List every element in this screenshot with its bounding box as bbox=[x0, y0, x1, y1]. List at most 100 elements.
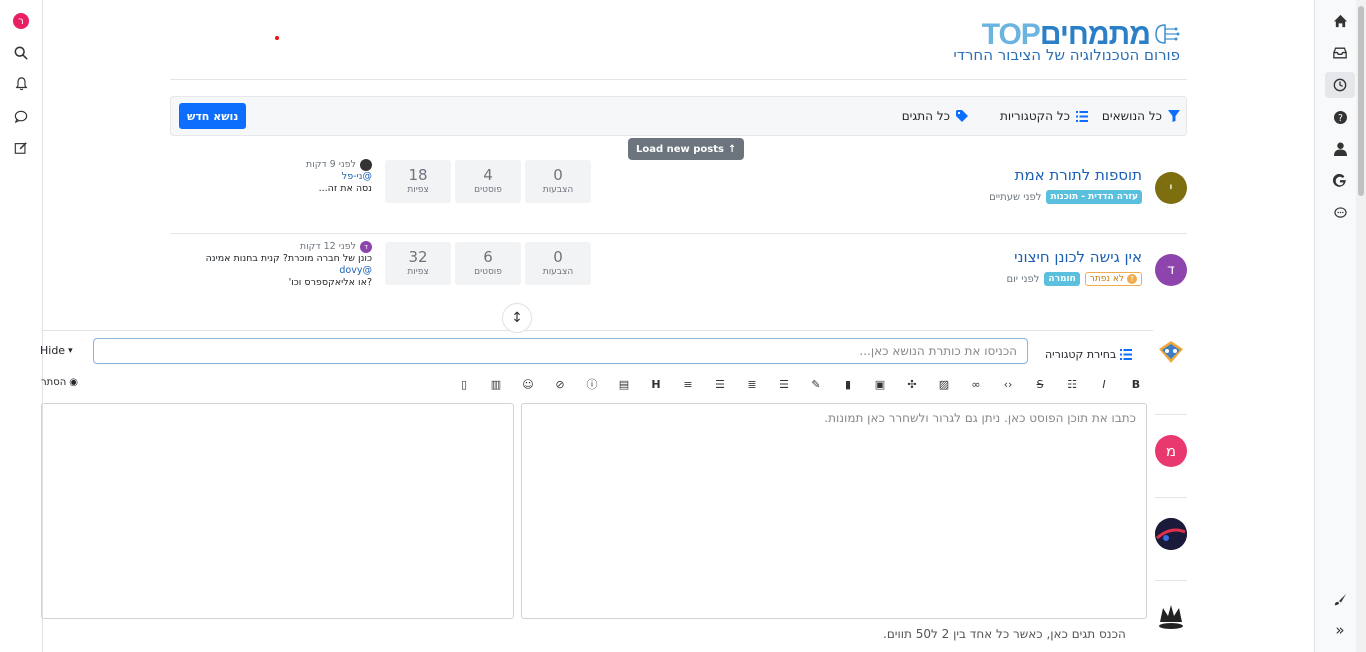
views-stat: 32 צפיות bbox=[385, 242, 451, 285]
teaser-time: לפני 9 דקות bbox=[305, 159, 356, 170]
topic-teaser[interactable]: לפני 9 דקות @ני-פל נסה את זה... bbox=[170, 159, 372, 195]
list-icon[interactable]: ☷ bbox=[1063, 378, 1081, 391]
align-justify-icon[interactable]: ≡ bbox=[679, 378, 697, 391]
red-dot bbox=[275, 36, 279, 40]
posts-stat: 4 פוסטים bbox=[455, 160, 521, 203]
post-preview-pane bbox=[41, 403, 514, 619]
clock-icon bbox=[1333, 78, 1347, 92]
preview-toggle-button[interactable]: הסתר ◉ bbox=[41, 377, 78, 388]
preview-toggle-label: הסתר bbox=[41, 377, 67, 388]
scrollbar-thumb[interactable] bbox=[1358, 6, 1364, 196]
chat-button[interactable] bbox=[1325, 200, 1355, 226]
topic-row[interactable]: י תוספות לתורת אמת עזרה הדדית - תוכנות ל… bbox=[170, 156, 1187, 234]
help-icon: ? bbox=[1333, 110, 1347, 124]
svg-text:?: ? bbox=[1338, 112, 1343, 123]
align-center-icon[interactable]: ≣ bbox=[743, 378, 761, 391]
avatar[interactable]: מ bbox=[1155, 435, 1187, 467]
media-icon[interactable]: ▣ bbox=[871, 378, 889, 391]
category-badge[interactable]: חומרה bbox=[1044, 272, 1080, 286]
site-logo[interactable]: TOPמתמחים פורום הטכנולוגיה של הציבור החר… bbox=[920, 18, 1180, 68]
photo-avatar-icon bbox=[1155, 518, 1187, 550]
compose-button[interactable] bbox=[10, 137, 32, 159]
row-divider bbox=[170, 233, 1187, 234]
expand-icon[interactable]: ✣ bbox=[903, 378, 921, 391]
avatar[interactable] bbox=[1155, 600, 1187, 632]
new-topic-button[interactable]: נושא חדש bbox=[179, 103, 247, 129]
notifications-button[interactable] bbox=[10, 73, 32, 95]
topic-title-input[interactable]: הכניסו את כותרת הנושא כאן... bbox=[93, 338, 1028, 364]
category-badge[interactable]: עזרה הדדית - תוכנות bbox=[1046, 190, 1142, 204]
pen-icon[interactable]: ✎ bbox=[807, 378, 825, 391]
chart-icon[interactable]: ▮ bbox=[839, 378, 857, 391]
category-selector-label: בחירת קטגוריה bbox=[1045, 347, 1117, 361]
topic-teaser[interactable]: ד לפני 12 דקות כונן של חברה מוכרת? קנית … bbox=[170, 241, 372, 289]
bold-icon[interactable]: B bbox=[1127, 378, 1145, 391]
expand-sidebar-button[interactable]: » bbox=[1325, 617, 1355, 643]
topic-title[interactable]: תוספות לתורת אמת bbox=[1015, 166, 1142, 184]
avatar[interactable] bbox=[1155, 336, 1187, 368]
hide-label: Hide bbox=[40, 344, 66, 357]
post-content-editor[interactable]: כתבו את תוכן הפוסט כאן. ניתן גם לגרור ול… bbox=[521, 403, 1147, 619]
help-button[interactable]: ? bbox=[1325, 104, 1355, 130]
arrow-up-icon: ↑ bbox=[727, 143, 737, 155]
page-scrollbar[interactable] bbox=[1356, 0, 1366, 652]
info-icon[interactable]: ⓘ bbox=[583, 376, 601, 392]
doc-icon[interactable]: ▤ bbox=[615, 378, 633, 391]
views-label: צפיות bbox=[407, 267, 429, 277]
votes-stat: 0 הצבעות bbox=[525, 242, 591, 285]
votes-label: הצבעות bbox=[542, 185, 574, 195]
home-button[interactable] bbox=[1325, 8, 1355, 34]
categories-dropdown[interactable]: כל הקטגוריות bbox=[1000, 97, 1088, 135]
filter-icon bbox=[1168, 110, 1180, 122]
avatar[interactable]: ד bbox=[1155, 254, 1187, 286]
teaser-text: נסה את זה... bbox=[318, 183, 372, 194]
users-button[interactable] bbox=[1325, 136, 1355, 162]
brush-icon bbox=[1334, 593, 1347, 606]
italic-icon[interactable]: I bbox=[1095, 378, 1113, 391]
avatar[interactable] bbox=[1155, 518, 1187, 550]
image-icon[interactable]: ▨ bbox=[935, 378, 953, 391]
filter-all-topics-button[interactable]: כל הנושאים bbox=[1102, 97, 1180, 135]
skin-button[interactable] bbox=[1325, 587, 1355, 613]
chats-button[interactable] bbox=[10, 105, 32, 127]
search-button[interactable] bbox=[10, 42, 32, 64]
teaser-mention[interactable]: @dovy bbox=[339, 265, 372, 276]
file-icon[interactable]: ▯ bbox=[455, 378, 473, 391]
avatar: ר bbox=[13, 13, 29, 29]
recent-button[interactable] bbox=[1325, 72, 1355, 98]
teaser-avatar bbox=[360, 159, 372, 171]
align-left-icon[interactable]: ☰ bbox=[775, 378, 793, 391]
chevron-down-icon: ▾ bbox=[68, 345, 73, 356]
topic-meta: ? לא נפתר חומרה לפני יום bbox=[1006, 272, 1142, 286]
teaser-mention[interactable]: @ני-פל bbox=[170, 171, 372, 183]
list-icon bbox=[1076, 110, 1088, 122]
unsolved-badge: ? לא נפתר bbox=[1084, 272, 1142, 286]
link-icon[interactable]: ∞ bbox=[967, 378, 985, 391]
bell-icon bbox=[15, 77, 27, 91]
user-icon bbox=[1333, 142, 1347, 156]
topic-row[interactable]: ד אין גישה לכונן חיצוני ? לא נפתר חומרה … bbox=[170, 238, 1187, 316]
google-button[interactable] bbox=[1325, 168, 1355, 194]
tags-label: כל התגים bbox=[901, 109, 950, 123]
hide-composer-button[interactable]: Hide ▾ bbox=[40, 344, 73, 357]
user-avatar-button[interactable]: ר bbox=[10, 10, 32, 32]
tags-dropdown[interactable]: כל התגים bbox=[902, 97, 968, 135]
category-selector[interactable]: בחירת קטגוריה bbox=[1045, 345, 1133, 363]
hide-text-icon[interactable]: ⊘ bbox=[551, 378, 569, 391]
strike-icon[interactable]: S bbox=[1031, 378, 1049, 391]
inbox-button[interactable] bbox=[1325, 40, 1355, 66]
tags-input[interactable]: הכנס תגים כאן, כאשר כל אחד בין 2 ל50 תוו… bbox=[883, 627, 1126, 641]
votes-label: הצבעות bbox=[542, 267, 574, 277]
heading-icon[interactable]: H bbox=[647, 378, 665, 391]
composer-panel: בחירת קטגוריה הכניסו את כותרת הנושא כאן.… bbox=[40, 330, 1153, 652]
topic-title[interactable]: אין גישה לכונן חיצוני bbox=[1014, 248, 1142, 266]
question-icon: ? bbox=[1127, 274, 1137, 284]
composer-resize-handle[interactable]: ↕ bbox=[502, 303, 532, 333]
emoji-icon[interactable]: ☺ bbox=[519, 378, 537, 391]
code-icon[interactable]: ‹› bbox=[999, 378, 1017, 391]
crown-avatar-icon bbox=[1159, 605, 1183, 629]
align-right-icon[interactable]: ☰ bbox=[711, 378, 729, 391]
circuit-icon bbox=[1155, 24, 1180, 44]
pdf-icon[interactable]: ▥ bbox=[487, 378, 505, 391]
avatar[interactable]: י bbox=[1155, 172, 1187, 204]
